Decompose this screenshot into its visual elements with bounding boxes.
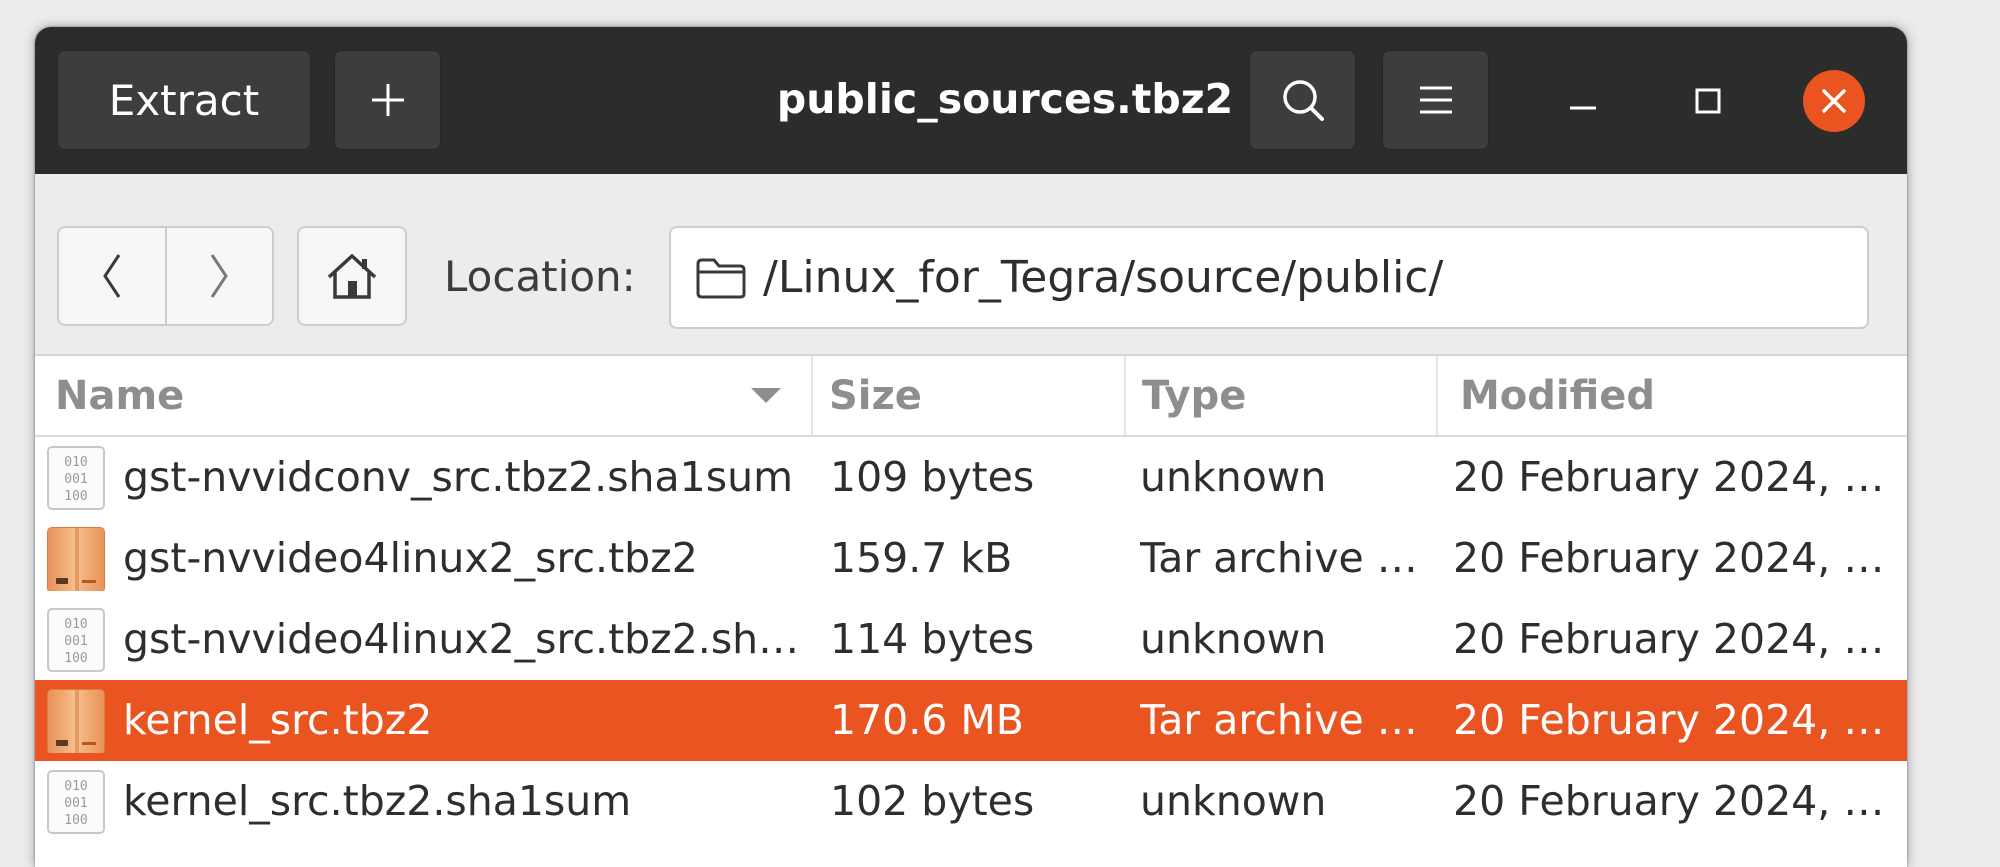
header-bar: Extract public_sources.tbz2 [35,27,1907,174]
location-entry[interactable]: /Linux_for_Tegra/source/public/ [669,226,1869,329]
file-name: gst-nvvideo4linux2_src.tbz2 [123,534,698,582]
file-size: 159.7 kB [830,534,1013,582]
column-header-type[interactable]: Type [1126,356,1438,435]
menu-button[interactable] [1382,50,1489,150]
column-header-modified[interactable]: Modified [1438,356,1907,435]
extract-button[interactable]: Extract [57,50,311,150]
file-name: gst-nvvideo4linux2_src.tbz2.sh… [123,615,800,663]
window-title: public_sources.tbz2 [776,75,1234,123]
column-header-size[interactable]: Size [813,356,1126,435]
maximize-icon [1695,88,1721,114]
file-size: 102 bytes [830,777,1035,825]
file-name: gst-nvvidconv_src.tbz2.sha1sum [123,453,794,501]
file-type: unknown [1140,777,1327,825]
table-row[interactable]: 010 001 100 gst-nvvidconv_src.tbz2.sha1sum 1… [35,437,1907,518]
location-label: Location: [444,252,636,301]
location-bar: Location: /Linux_for_Tegra/source/public… [35,174,1907,356]
close-button[interactable] [1803,70,1865,132]
table-row[interactable]: 010 001 100 gst-nvvideo4linux2_src.tbz2.sh…… [35,599,1907,680]
archive-icon [47,689,107,753]
file-name: kernel_src.tbz2.sha1sum [123,777,632,825]
home-icon [327,254,377,299]
table-row[interactable]: 010 001 100 kernel_src.tbz2.sha1sum 102 byte… [35,761,1907,842]
file-modified: 20 February 2024, … [1453,615,1885,663]
home-button[interactable] [297,226,407,326]
file-list: 010 001 100 gst-nvvidconv_src.tbz2.sha1sum 1… [35,437,1907,842]
navigation-buttons [57,226,274,326]
forward-button[interactable] [167,228,273,324]
hamburger-menu-icon [1419,86,1452,114]
back-button[interactable] [59,228,167,324]
minimize-button[interactable] [1553,71,1613,131]
location-path: /Linux_for_Tegra/source/public/ [763,252,1444,303]
archive-icon [47,527,107,591]
column-header-name[interactable]: Name [35,356,813,435]
text-file-icon: 010 001 100 [47,608,107,672]
column-header-name-label: Name [55,372,185,419]
archive-manager-window: Extract public_sources.tbz2 Location: /L… [35,27,1907,867]
search-button[interactable] [1249,50,1356,150]
text-file-icon: 010 001 100 [47,770,107,834]
file-size: 170.6 MB [830,696,1024,744]
add-files-button[interactable] [334,50,441,150]
file-type: unknown [1140,615,1327,663]
table-row[interactable]: gst-nvvideo4linux2_src.tbz2 159.7 kB Tar a… [35,518,1907,599]
file-modified: 20 February 2024, … [1453,777,1885,825]
minimize-icon [1570,106,1596,110]
file-size: 109 bytes [830,453,1035,501]
maximize-button[interactable] [1678,71,1738,131]
chevron-right-icon [211,254,229,298]
file-modified: 20 February 2024, … [1453,453,1885,501]
file-name: kernel_src.tbz2 [123,696,433,744]
file-modified: 20 February 2024, … [1453,696,1885,744]
text-file-icon: 010 001 100 [47,446,107,510]
plus-icon [371,84,404,116]
column-headers: Name Size Type Modified [35,356,1907,437]
search-icon [1282,80,1324,121]
file-type: Tar archive … [1140,534,1418,582]
file-type: Tar archive … [1140,696,1418,744]
file-type: unknown [1140,453,1327,501]
close-icon [1822,89,1846,113]
chevron-left-icon [102,254,120,298]
file-size: 114 bytes [830,615,1035,663]
sort-descending-icon [751,388,781,403]
table-row[interactable]: kernel_src.tbz2 170.6 MB Tar archive … 20 F… [35,680,1907,761]
folder-icon [695,256,747,300]
file-modified: 20 February 2024, … [1453,534,1885,582]
